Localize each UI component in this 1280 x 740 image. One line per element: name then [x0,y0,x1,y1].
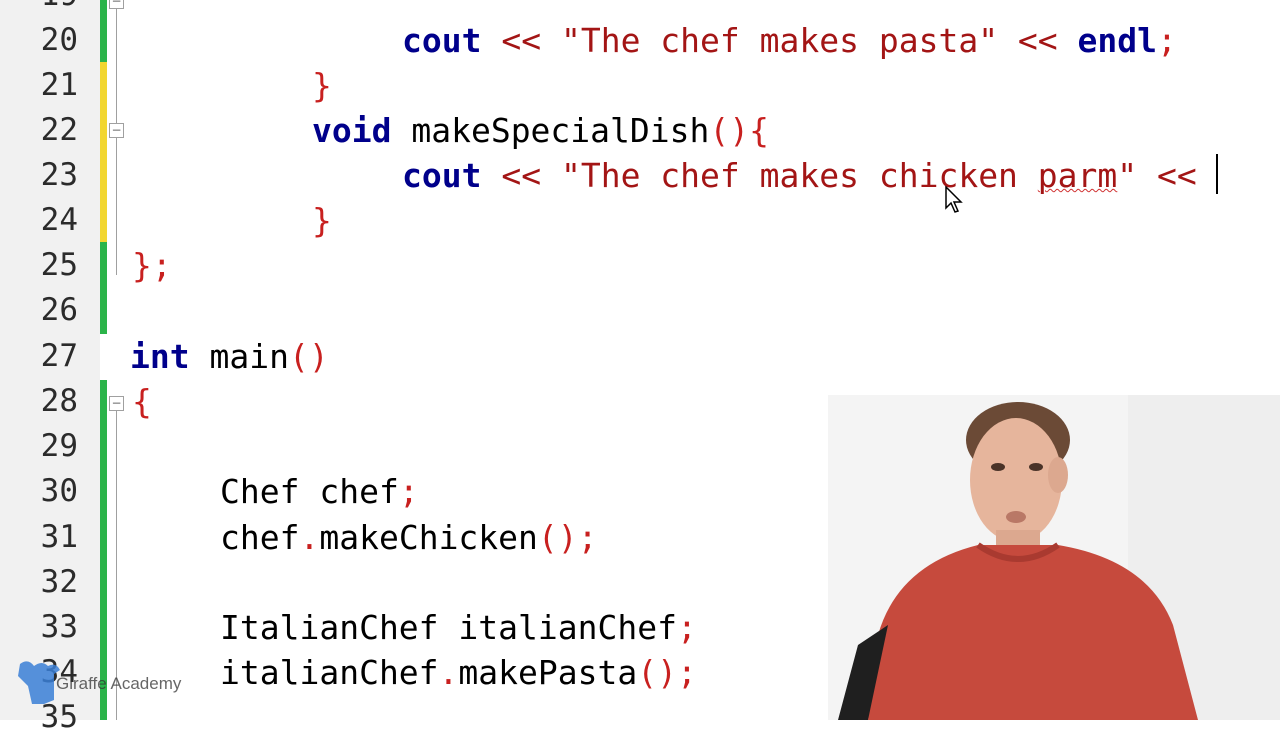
line-number: 29 [40,428,78,464]
code-line-25[interactable]: }; [132,243,1280,288]
member-access-dot: . [299,518,320,557]
semicolon: ; [1157,21,1177,60]
code-line-22[interactable]: void makeSpecialDish(){ [312,108,1280,153]
line-number: 33 [40,609,78,645]
parentheses: () [288,337,329,376]
method-name: makeChicken [319,518,538,557]
watermark-text: Giraffe Academy [56,674,182,693]
spellcheck-word: parm [1037,156,1118,195]
parentheses: () [537,518,578,557]
code-line-27[interactable]: int main() [130,334,1280,379]
fold-collapse-icon[interactable]: − [109,0,124,9]
saved-change-bar [100,0,107,62]
object-name: italianChef [220,653,439,692]
brace: { [132,382,152,421]
line-number: 21 [40,67,78,103]
string-literal: "The chef makes chicken [560,156,1038,195]
object-name: chef [220,518,300,557]
line-number: 20 [40,22,78,58]
line-number: 26 [40,292,78,328]
operator: << [481,156,561,195]
keyword: cout [402,156,482,195]
semicolon: ; [676,653,697,692]
line-number: 31 [40,519,78,555]
operator: << [998,21,1078,60]
fold-collapse-icon[interactable]: − [109,123,124,138]
variable-name: italianChef [438,608,677,647]
line-number: 32 [40,564,78,600]
brace: } [132,246,152,285]
code-line-23[interactable]: cout << "The chef makes chicken parm" << [402,153,1280,198]
function-name: makeSpecialDish [391,111,710,150]
type-name: Chef [220,472,300,511]
brace: { [749,111,769,150]
variable-name: chef [299,472,399,511]
saved-change-bar [100,242,107,334]
member-access-dot: . [438,653,459,692]
presenter-video [828,395,1280,720]
type-name: ItalianChef [220,608,439,647]
method-name: makePasta [458,653,638,692]
unsaved-change-bar [100,62,107,242]
code-line-24[interactable]: } [312,198,1280,243]
mouse-pointer-icon [945,186,963,213]
code-line-20[interactable]: cout << "The chef makes pasta" << endl; [402,18,1280,63]
string-quote: " [1117,156,1138,195]
keyword: void [312,111,392,150]
line-number: 27 [40,338,78,374]
line-number: 19 [0,0,78,18]
keyword: endl [1077,21,1158,60]
code-line-21[interactable]: } [312,63,1280,108]
line-number: 28 [40,383,78,419]
brace: } [312,201,332,240]
operator: << [1137,156,1197,195]
line-number: 22 [40,112,78,148]
keyword: cout [402,21,482,60]
line-number: 30 [40,473,78,509]
fold-collapse-icon[interactable]: − [109,396,124,411]
line-number: 25 [40,247,78,283]
webcam-overlay [828,395,1280,720]
semicolon: ; [398,472,419,511]
string-literal: "The chef makes pasta" [560,21,999,60]
semicolon: ; [151,246,172,285]
line-number: 24 [40,202,78,238]
line-number: 23 [40,157,78,193]
brace: } [312,66,332,105]
operator: << [481,21,561,60]
watermark: Giraffe Academy [14,656,204,706]
semicolon: ; [676,608,697,647]
parentheses: () [709,111,750,150]
text-caret [1216,154,1218,194]
semicolon: ; [577,518,598,557]
keyword: int [130,337,190,376]
function-name: main [189,337,289,376]
parentheses: () [637,653,677,692]
